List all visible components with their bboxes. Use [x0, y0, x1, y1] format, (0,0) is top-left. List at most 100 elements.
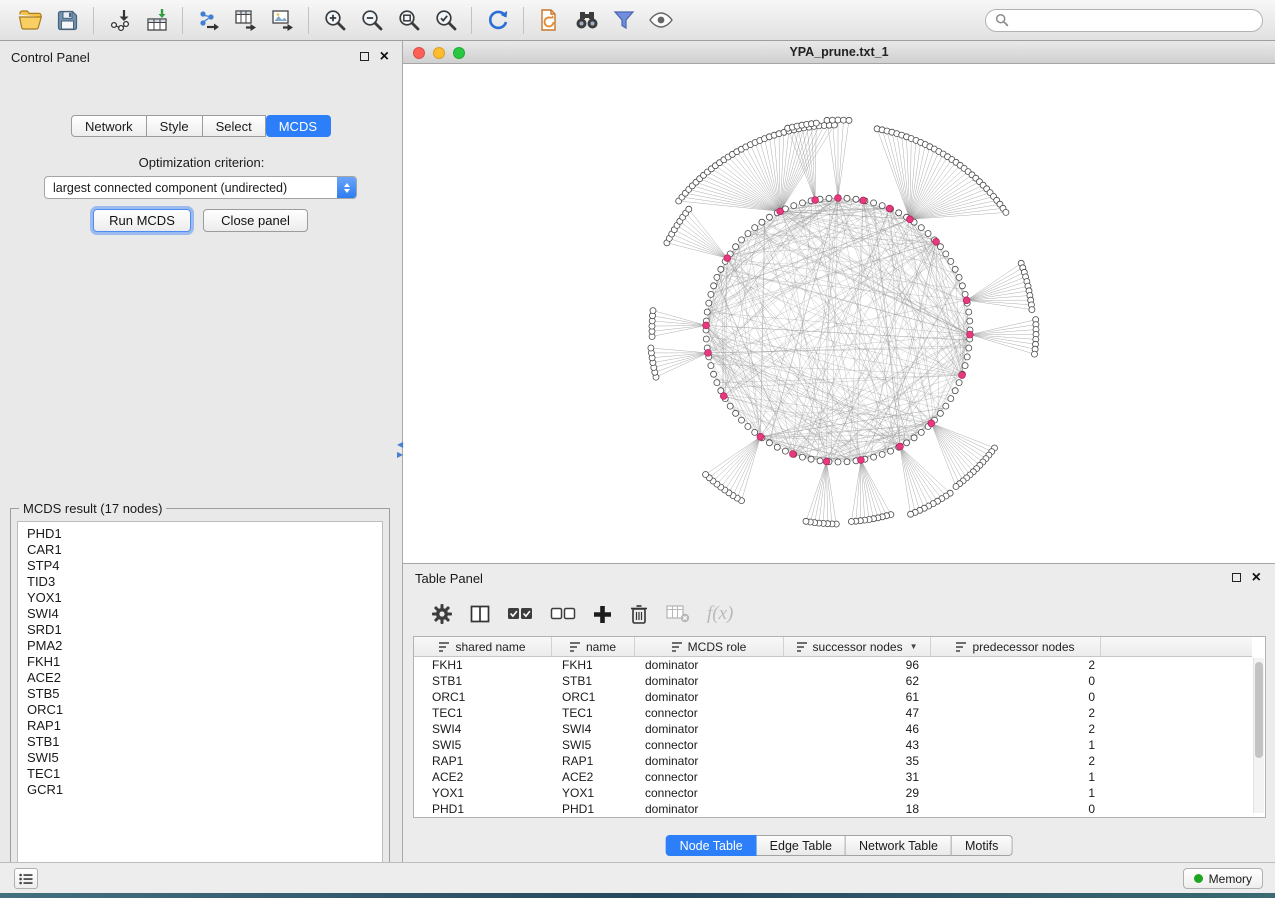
graph-node[interactable]: [964, 354, 970, 360]
graph-leaf-node[interactable]: [650, 308, 656, 314]
graph-node[interactable]: [879, 451, 885, 457]
graph-node[interactable]: [759, 219, 765, 225]
memory-button[interactable]: Memory: [1183, 868, 1263, 889]
task-history-button[interactable]: [14, 868, 38, 889]
graph-node[interactable]: [711, 371, 717, 377]
graph-node[interactable]: [943, 251, 949, 257]
graph-node[interactable]: [962, 363, 968, 369]
table-row[interactable]: SWI5SWI5connector431: [414, 737, 1252, 753]
graph-node[interactable]: [708, 291, 714, 297]
graph-node[interactable]: [967, 318, 973, 324]
graph-dominator-node[interactable]: [812, 197, 819, 204]
close-panel-icon[interactable]: ×: [1252, 572, 1261, 583]
graph-node[interactable]: [835, 459, 841, 465]
share-document-button[interactable]: [531, 5, 568, 36]
graph-node[interactable]: [844, 195, 850, 201]
graph-node[interactable]: [871, 454, 877, 460]
graph-dominator-node[interactable]: [963, 297, 970, 304]
graph-node[interactable]: [817, 458, 823, 464]
scrollbar-thumb[interactable]: [1255, 662, 1263, 758]
graph-leaf-node[interactable]: [824, 117, 830, 123]
find-button[interactable]: [568, 5, 605, 36]
graph-node[interactable]: [943, 403, 949, 409]
column-header-shared-name[interactable]: shared name: [414, 637, 552, 656]
graph-node[interactable]: [952, 266, 958, 272]
graph-node[interactable]: [752, 429, 758, 435]
graph-node[interactable]: [727, 403, 733, 409]
graph-node[interactable]: [704, 309, 710, 315]
table-settings-button[interactable]: [431, 603, 453, 625]
mcds-result-item[interactable]: ACE2: [18, 670, 382, 686]
graph-leaf-node[interactable]: [830, 117, 836, 123]
mcds-result-item[interactable]: GCR1: [18, 782, 382, 798]
graph-leaf-node[interactable]: [1029, 307, 1035, 313]
graph-node[interactable]: [799, 454, 805, 460]
mcds-result-item[interactable]: SRD1: [18, 622, 382, 638]
graph-leaf-node[interactable]: [803, 518, 809, 524]
graph-node[interactable]: [956, 274, 962, 280]
graph-dominator-node[interactable]: [790, 451, 797, 458]
tab-mcds[interactable]: MCDS: [266, 115, 331, 137]
graph-node[interactable]: [739, 417, 745, 423]
graph-node[interactable]: [766, 440, 772, 446]
show-columns-button[interactable]: [470, 605, 490, 623]
graph-node[interactable]: [733, 410, 739, 416]
graph-leaf-node[interactable]: [703, 472, 709, 478]
graph-node[interactable]: [711, 283, 717, 289]
float-panel-icon[interactable]: [1232, 573, 1241, 582]
show-hide-button[interactable]: [642, 5, 679, 36]
graph-leaf-node[interactable]: [835, 117, 841, 123]
search-box[interactable]: [985, 9, 1263, 32]
zoom-selected-button[interactable]: [427, 5, 464, 36]
graph-dominator-node[interactable]: [724, 255, 731, 262]
float-panel-icon[interactable]: [360, 52, 369, 61]
open-file-button[interactable]: [12, 5, 49, 36]
mcds-result-item[interactable]: TID3: [18, 574, 382, 590]
graph-dominator-node[interactable]: [933, 238, 940, 245]
table-row[interactable]: YOX1YOX1connector291: [414, 785, 1252, 801]
column-header-name[interactable]: name: [552, 637, 635, 656]
save-button[interactable]: [49, 5, 86, 36]
graph-leaf-node[interactable]: [953, 484, 959, 490]
splitter-collapse-control[interactable]: ◀ ▶: [397, 441, 403, 459]
tab-motifs[interactable]: Motifs: [952, 835, 1012, 856]
criterion-select[interactable]: largest connected component (undirected): [44, 176, 357, 199]
graph-dominator-node[interactable]: [705, 350, 712, 357]
import-table-button[interactable]: [138, 5, 175, 36]
refresh-button[interactable]: [479, 5, 516, 36]
graph-node[interactable]: [948, 396, 954, 402]
graph-dominator-node[interactable]: [886, 205, 893, 212]
graph-leaf-node[interactable]: [908, 511, 914, 517]
delete-column-button[interactable]: [629, 603, 649, 625]
zoom-out-button[interactable]: [353, 5, 390, 36]
graph-node[interactable]: [888, 448, 894, 454]
graph-node[interactable]: [718, 266, 724, 272]
graph-node[interactable]: [708, 363, 714, 369]
export-image-button[interactable]: [264, 5, 301, 36]
mcds-result-item[interactable]: STB5: [18, 686, 382, 702]
collapse-left-icon[interactable]: ◀: [397, 441, 403, 449]
graph-leaf-node[interactable]: [1032, 351, 1038, 357]
graph-node[interactable]: [791, 203, 797, 209]
graph-node[interactable]: [904, 440, 910, 446]
table-scrollbar[interactable]: [1253, 658, 1264, 813]
graph-leaf-node[interactable]: [813, 120, 819, 126]
graph-dominator-node[interactable]: [703, 322, 710, 329]
graph-dominator-node[interactable]: [907, 216, 914, 223]
graph-node[interactable]: [925, 231, 931, 237]
mcds-result-item[interactable]: YOX1: [18, 590, 382, 606]
graph-node[interactable]: [774, 444, 780, 450]
graph-node[interactable]: [966, 309, 972, 315]
graph-node[interactable]: [918, 225, 924, 231]
collapse-right-icon[interactable]: ▶: [397, 451, 403, 459]
graph-node[interactable]: [937, 410, 943, 416]
graph-dominator-node[interactable]: [858, 457, 865, 464]
graph-node[interactable]: [703, 336, 709, 342]
network-window-titlebar[interactable]: YPA_prune.txt_1: [403, 41, 1275, 64]
graph-node[interactable]: [766, 214, 772, 220]
graph-node[interactable]: [826, 195, 832, 201]
graph-node[interactable]: [962, 291, 968, 297]
graph-node[interactable]: [844, 459, 850, 465]
graph-node[interactable]: [911, 435, 917, 441]
graph-node[interactable]: [706, 300, 712, 306]
